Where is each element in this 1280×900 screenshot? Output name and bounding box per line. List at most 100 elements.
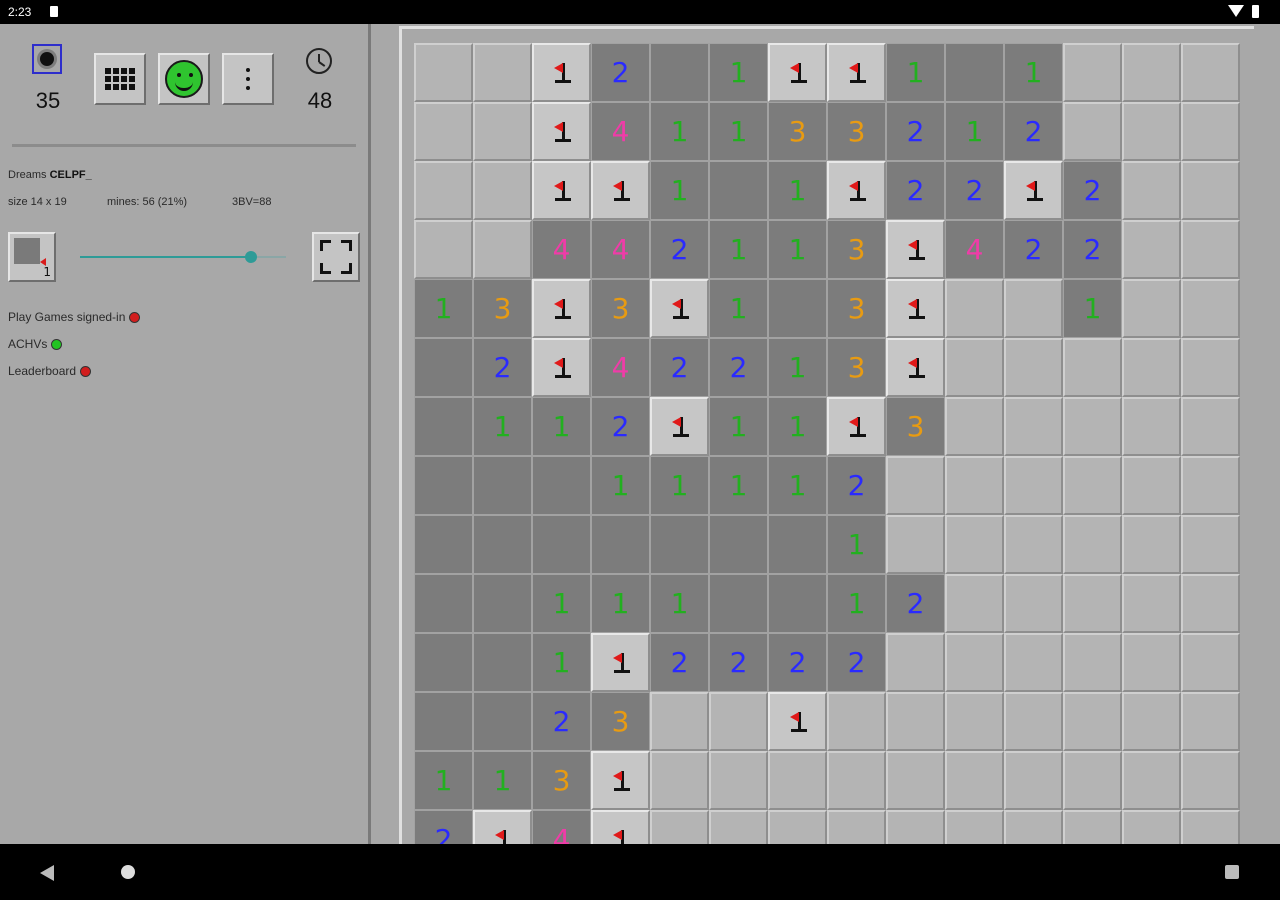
cell-hidden[interactable] bbox=[1063, 751, 1122, 810]
cell-hidden[interactable] bbox=[1122, 220, 1181, 279]
cell-hidden[interactable] bbox=[886, 692, 945, 751]
cell-empty[interactable] bbox=[473, 515, 532, 574]
zoom-slider[interactable] bbox=[80, 251, 286, 263]
cell-number[interactable]: 1 bbox=[1063, 279, 1122, 338]
cell-number[interactable]: 3 bbox=[532, 751, 591, 810]
cell-number[interactable]: 1 bbox=[709, 456, 768, 515]
new-game-smiley-button[interactable] bbox=[158, 53, 210, 105]
cell-number[interactable]: 1 bbox=[945, 102, 1004, 161]
cell-empty[interactable] bbox=[650, 515, 709, 574]
cell-number[interactable]: 2 bbox=[650, 633, 709, 692]
cell-number[interactable]: 3 bbox=[827, 220, 886, 279]
cell-number[interactable]: 1 bbox=[532, 633, 591, 692]
minefield[interactable]: 2111411332121122244211342213313124221311… bbox=[414, 43, 1242, 844]
cell-number[interactable]: 3 bbox=[473, 279, 532, 338]
cell-flagged[interactable] bbox=[768, 43, 827, 102]
cell-number[interactable]: 2 bbox=[768, 633, 827, 692]
cell-flagged[interactable] bbox=[827, 397, 886, 456]
cell-number[interactable]: 2 bbox=[709, 633, 768, 692]
cell-flagged[interactable] bbox=[827, 161, 886, 220]
menu-button[interactable] bbox=[222, 53, 274, 105]
cell-hidden[interactable] bbox=[709, 692, 768, 751]
cell-hidden[interactable] bbox=[1122, 43, 1181, 102]
cell-empty[interactable] bbox=[768, 279, 827, 338]
cell-hidden[interactable] bbox=[1122, 456, 1181, 515]
cell-number[interactable]: 2 bbox=[827, 456, 886, 515]
cell-number[interactable]: 4 bbox=[945, 220, 1004, 279]
cell-number[interactable]: 2 bbox=[591, 43, 650, 102]
cell-hidden[interactable] bbox=[827, 692, 886, 751]
cell-hidden[interactable] bbox=[1063, 692, 1122, 751]
cell-number[interactable]: 2 bbox=[1063, 161, 1122, 220]
cell-hidden[interactable] bbox=[1063, 515, 1122, 574]
cell-hidden[interactable] bbox=[1004, 751, 1063, 810]
cell-hidden[interactable] bbox=[886, 515, 945, 574]
cell-hidden[interactable] bbox=[1122, 515, 1181, 574]
cell-hidden[interactable] bbox=[945, 279, 1004, 338]
cell-empty[interactable] bbox=[473, 692, 532, 751]
cell-hidden[interactable] bbox=[1181, 456, 1240, 515]
cell-hidden[interactable] bbox=[1181, 397, 1240, 456]
cell-hidden[interactable] bbox=[945, 456, 1004, 515]
cell-number[interactable]: 1 bbox=[532, 574, 591, 633]
home-icon[interactable] bbox=[121, 865, 135, 879]
cell-empty[interactable] bbox=[591, 515, 650, 574]
cell-number[interactable]: 1 bbox=[709, 397, 768, 456]
cell-hidden[interactable] bbox=[1004, 338, 1063, 397]
cell-hidden[interactable] bbox=[945, 338, 1004, 397]
cell-number[interactable]: 2 bbox=[827, 633, 886, 692]
cell-hidden[interactable] bbox=[1122, 574, 1181, 633]
cell-number[interactable]: 2 bbox=[945, 161, 1004, 220]
cell-flagged[interactable] bbox=[827, 43, 886, 102]
cell-hidden[interactable] bbox=[827, 751, 886, 810]
cell-hidden[interactable] bbox=[945, 633, 1004, 692]
cell-flagged[interactable] bbox=[650, 279, 709, 338]
cell-number[interactable]: 2 bbox=[1004, 220, 1063, 279]
cell-hidden[interactable] bbox=[1004, 397, 1063, 456]
cell-hidden[interactable] bbox=[1122, 338, 1181, 397]
cell-flagged[interactable] bbox=[532, 279, 591, 338]
cell-hidden[interactable] bbox=[1004, 515, 1063, 574]
cell-hidden[interactable] bbox=[945, 515, 1004, 574]
cell-hidden[interactable] bbox=[1181, 751, 1240, 810]
cell-hidden[interactable] bbox=[473, 102, 532, 161]
cell-hidden[interactable] bbox=[473, 43, 532, 102]
cell-hidden[interactable] bbox=[1181, 692, 1240, 751]
back-icon[interactable] bbox=[40, 865, 54, 881]
cell-flagged[interactable] bbox=[473, 810, 532, 844]
cell-hidden[interactable] bbox=[1181, 574, 1240, 633]
cell-flagged[interactable] bbox=[532, 102, 591, 161]
cell-flagged[interactable] bbox=[532, 161, 591, 220]
cell-hidden[interactable] bbox=[414, 161, 473, 220]
cell-hidden[interactable] bbox=[1122, 397, 1181, 456]
cell-number[interactable]: 4 bbox=[591, 102, 650, 161]
cell-flagged[interactable] bbox=[1004, 161, 1063, 220]
cell-flagged[interactable] bbox=[532, 338, 591, 397]
cell-hidden[interactable] bbox=[1004, 633, 1063, 692]
cell-number[interactable]: 3 bbox=[827, 102, 886, 161]
cell-empty[interactable] bbox=[414, 633, 473, 692]
cell-hidden[interactable] bbox=[886, 751, 945, 810]
cell-empty[interactable] bbox=[414, 338, 473, 397]
cell-empty[interactable] bbox=[473, 456, 532, 515]
cell-hidden[interactable] bbox=[1122, 633, 1181, 692]
cell-number[interactable]: 1 bbox=[1004, 43, 1063, 102]
cell-number[interactable]: 1 bbox=[709, 102, 768, 161]
cell-hidden[interactable] bbox=[709, 751, 768, 810]
cell-number[interactable]: 2 bbox=[886, 102, 945, 161]
cell-hidden[interactable] bbox=[1181, 338, 1240, 397]
cell-hidden[interactable] bbox=[650, 810, 709, 844]
cell-number[interactable]: 1 bbox=[768, 456, 827, 515]
cell-number[interactable]: 2 bbox=[650, 338, 709, 397]
cell-number[interactable]: 1 bbox=[650, 161, 709, 220]
board-size-button[interactable] bbox=[94, 53, 146, 105]
recents-icon[interactable] bbox=[1225, 865, 1239, 879]
cell-hidden[interactable] bbox=[1063, 633, 1122, 692]
cell-number[interactable]: 3 bbox=[591, 692, 650, 751]
cell-number[interactable]: 2 bbox=[886, 161, 945, 220]
cell-empty[interactable] bbox=[709, 574, 768, 633]
cell-number[interactable]: 1 bbox=[414, 279, 473, 338]
cell-hidden[interactable] bbox=[414, 220, 473, 279]
cell-hidden[interactable] bbox=[414, 43, 473, 102]
cell-hidden[interactable] bbox=[473, 220, 532, 279]
